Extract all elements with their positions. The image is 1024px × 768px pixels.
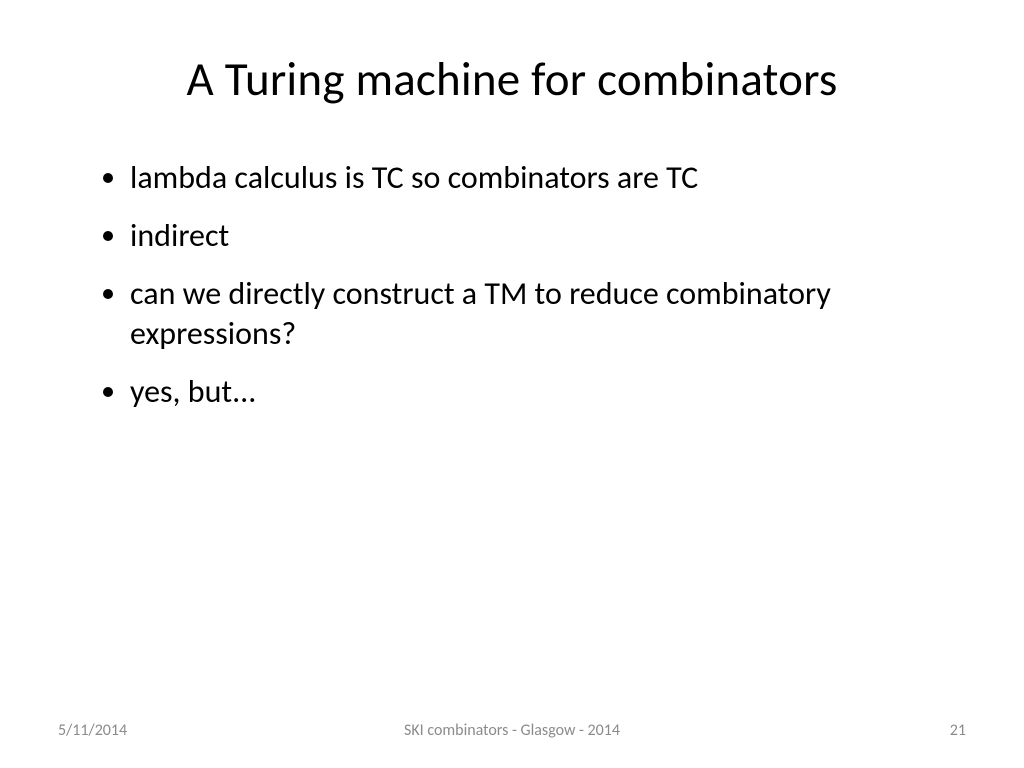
slide-footer: 5/11/2014 SKI combinators - Glasgow - 20… xyxy=(0,721,1024,740)
footer-page-number: 21 xyxy=(950,721,966,740)
bullet-item: lambda calculus is TC so combinators are… xyxy=(130,158,954,198)
footer-date: 5/11/2014 xyxy=(58,721,127,740)
footer-center: SKI combinators - Glasgow - 2014 xyxy=(0,721,1024,740)
bullet-item: yes, but... xyxy=(130,372,954,412)
slide: A Turing machine for combinators lambda … xyxy=(0,0,1024,768)
bullet-item: indirect xyxy=(130,216,954,256)
bullet-item: can we directly construct a TM to reduce… xyxy=(130,274,954,354)
bullet-list: lambda calculus is TC so combinators are… xyxy=(98,158,954,412)
slide-body: lambda calculus is TC so combinators are… xyxy=(70,158,954,412)
slide-title: A Turing machine for combinators xyxy=(70,50,954,108)
